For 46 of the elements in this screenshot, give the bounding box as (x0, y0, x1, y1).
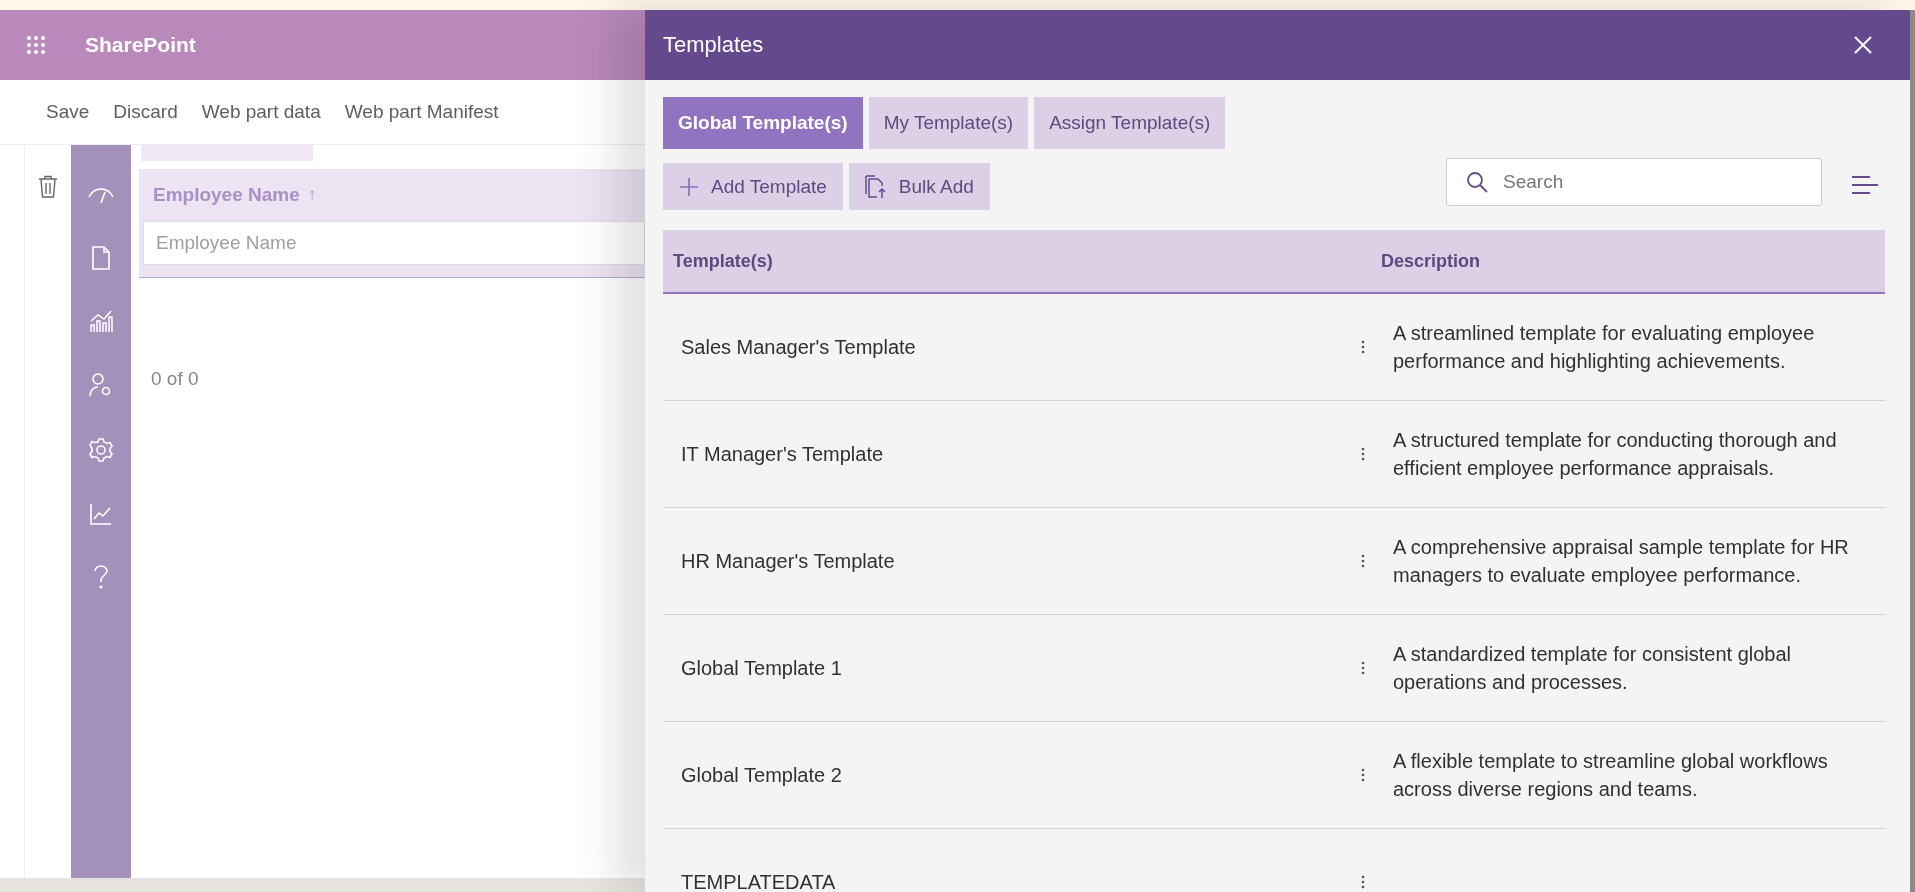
app-launcher-icon[interactable] (26, 35, 46, 55)
command-button[interactable]: Save (38, 97, 98, 127)
table-cell-text: A standardized template for consistent global operations and processes. (1393, 642, 1793, 695)
bar-chart-icon[interactable] (89, 309, 113, 333)
command-button[interactable]: Discard (105, 97, 186, 127)
document-icon[interactable] (91, 246, 111, 270)
plus-icon (679, 176, 699, 197)
table-cell-text: TEMPLATEDATA (680, 870, 837, 892)
panel-title: Templates (663, 32, 764, 58)
close-icon[interactable] (1854, 36, 1872, 54)
sort-arrow: ↑ (307, 185, 317, 205)
search-field[interactable]: Search (1446, 158, 1822, 206)
search-icon (1466, 171, 1488, 193)
more-options-icon[interactable] (1361, 340, 1365, 354)
trash-icon[interactable] (37, 175, 58, 199)
tab[interactable]: My Template(s) (868, 97, 1029, 149)
help-icon[interactable] (93, 565, 109, 589)
table-cell-text: Global Template 1 (680, 656, 843, 680)
more-options-icon[interactable] (1361, 554, 1365, 568)
bulk-add-button[interactable]: Bulk Add (848, 163, 990, 210)
command-button[interactable]: Web part Manifest (336, 97, 507, 127)
table-cell-text: A flexible template to streamline global workflows across diverse regions and teams. (1393, 749, 1829, 802)
command-button[interactable]: Web part data (193, 97, 329, 127)
sort-lines-icon[interactable] (1852, 175, 1878, 195)
table-cell-text: HR Manager's Template (680, 549, 896, 573)
more-options-icon[interactable] (1361, 661, 1365, 675)
add-template-button[interactable]: Add Template (663, 163, 843, 210)
tab[interactable]: Assign Template(s) (1034, 97, 1226, 149)
documents-upload-icon (864, 174, 887, 199)
line-chart-icon[interactable] (89, 502, 113, 526)
table-cell-text: IT Manager's Template (680, 442, 885, 466)
table-cell-text: A streamlined template for evaluating employee performance and highlighting achievements. (1393, 321, 1816, 374)
table-cell-text: A comprehensive appraisal sample template for HR managers to evaluate employee performance. (1393, 535, 1850, 588)
column-header[interactable]: Description (1381, 250, 1481, 272)
more-options-icon[interactable] (1361, 447, 1365, 461)
table-cell-text: A structured template for conducting thorough and efficient employee performance appraisals. (1393, 428, 1838, 481)
more-options-icon[interactable] (1361, 768, 1365, 782)
tab[interactable]: Global Template(s) (663, 97, 863, 149)
more-options-icon[interactable] (1361, 875, 1365, 889)
app-title: SharePoint (85, 33, 196, 57)
filter-field[interactable]: Employee Name (143, 221, 645, 265)
table-cell-text: Global Template 2 (680, 763, 843, 787)
table-cell-text: Sales Manager's Template (680, 335, 917, 359)
settings-icon[interactable] (88, 437, 114, 463)
item-count: 0 of 0 (151, 368, 200, 390)
column-header[interactable]: Template(s) (663, 250, 1381, 272)
